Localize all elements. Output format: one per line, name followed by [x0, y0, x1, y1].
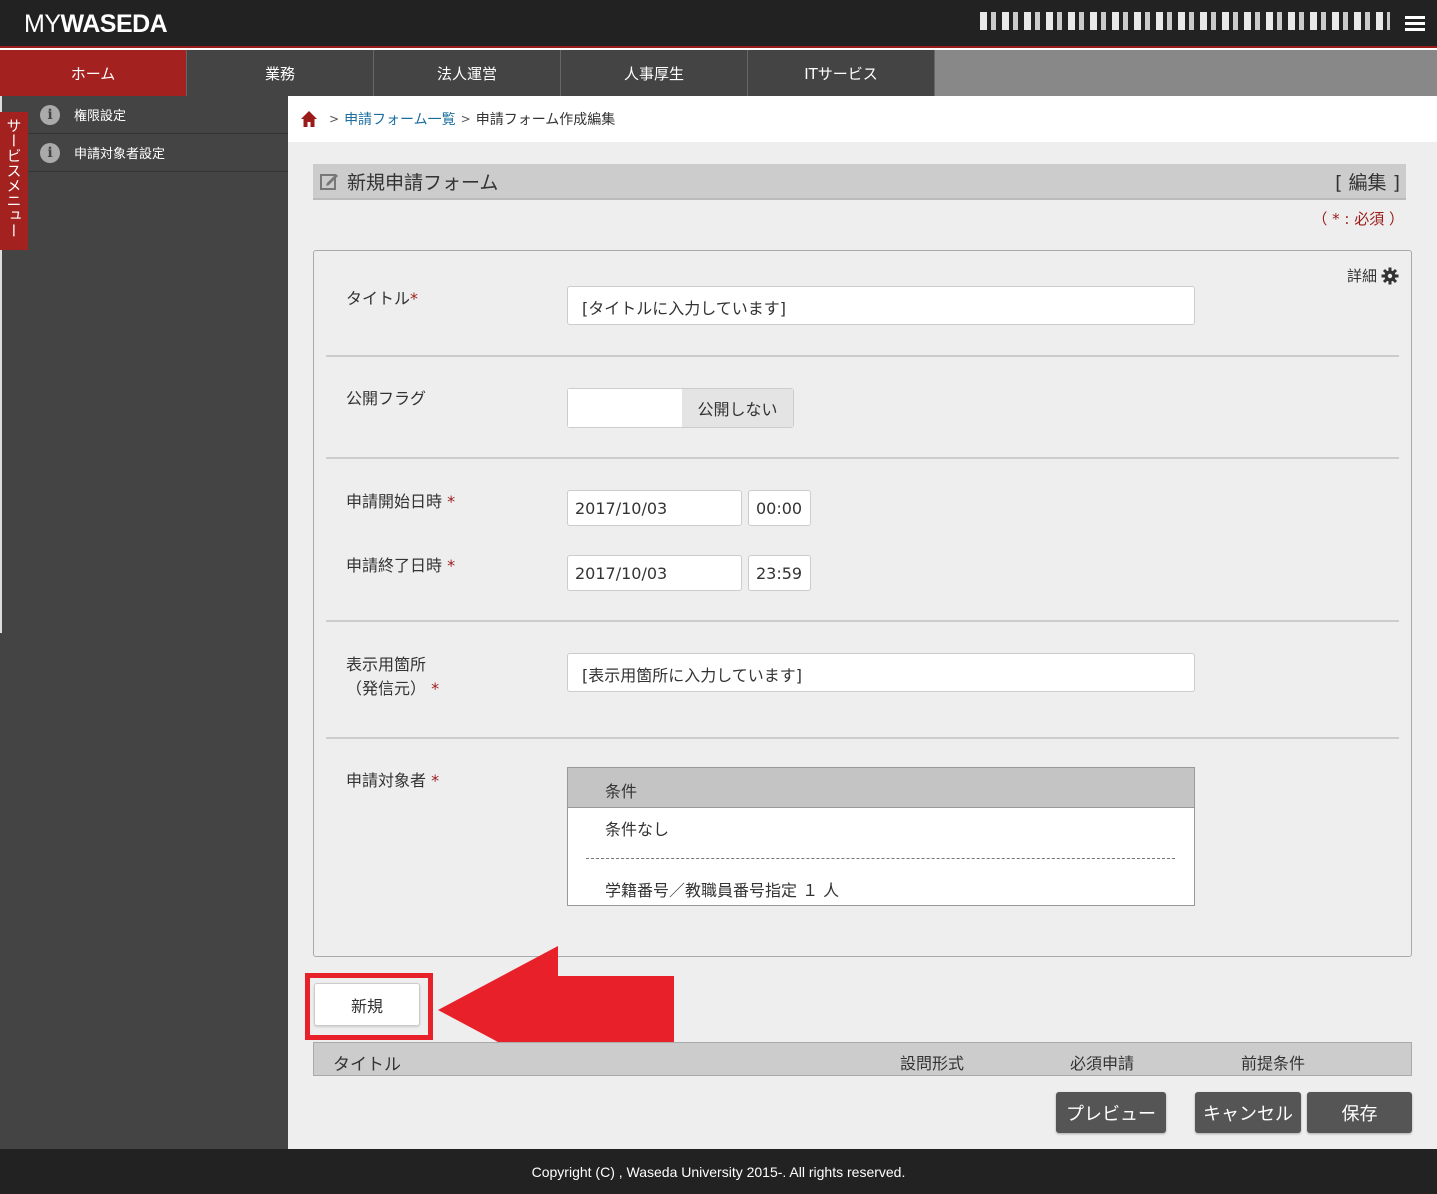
breadcrumb-form-list-link[interactable]: 申請フォーム一覧 [344, 109, 456, 129]
gear-icon [1381, 267, 1399, 284]
edit-icon [320, 174, 338, 190]
edit-link[interactable]: [ 編集 ] [1335, 168, 1400, 195]
tab-hr[interactable]: 人事厚生 [561, 50, 748, 96]
display-location-label: 表示用箇所 （発信元） * [346, 655, 440, 698]
column-title: タイトル [333, 1055, 401, 1075]
form-header: 新規申請フォーム [ 編集 ] [313, 164, 1406, 200]
condition-table: 条件 条件なし 学籍番号／教職員番号指定 １ 人 [567, 767, 1195, 906]
start-datetime-label: 申請開始日時 * [346, 492, 456, 511]
breadcrumb-current: 申請フォーム作成編集 [475, 112, 616, 128]
divider [326, 355, 1399, 357]
condition-row[interactable]: 学籍番号／教職員番号指定 １ 人 [605, 877, 839, 901]
service-menu-tab[interactable]: サービスメニュー [0, 112, 28, 250]
logo[interactable]: MYWASEDA [24, 10, 168, 39]
cancel-button[interactable]: キャンセル [1195, 1092, 1301, 1133]
toggle-state: 公開しない [682, 389, 793, 427]
display-location-input[interactable]: [表示用箇所に入力しています] [567, 653, 1195, 692]
column-question-type: 設問形式 [900, 1054, 965, 1073]
divider [326, 737, 1399, 739]
sidebar: i 権限設定 i 申請対象者設定 サービスメニュー [0, 96, 288, 1149]
form-title: 新規申請フォーム [347, 171, 499, 194]
public-flag-toggle[interactable]: 公開しない [567, 388, 794, 428]
dashed-divider [586, 858, 1175, 859]
info-icon: i [40, 142, 60, 163]
target-label: 申請対象者 * [346, 771, 440, 790]
main-nav: ホーム 業務 法人運営 人事厚生 ITサービス [0, 50, 1437, 96]
condition-header: 条件 [568, 768, 1194, 808]
end-time-input[interactable]: 23:59 [748, 555, 811, 591]
form-panel: 詳細 タイトル* [タイトルに入力しています] 公開フラグ 公開しない 申請開始… [313, 250, 1412, 957]
info-icon: i [40, 104, 60, 125]
tab-home[interactable]: ホーム [0, 50, 187, 96]
tab-corporate[interactable]: 法人運営 [374, 50, 561, 96]
start-date-input[interactable]: 2017/10/03 [567, 490, 742, 526]
required-note: （ * : 必須 ） [1312, 210, 1404, 228]
end-date-input[interactable]: 2017/10/03 [567, 555, 742, 591]
user-name-redacted [980, 12, 1390, 30]
footer: Copyright (C) , Waseda University 2015-.… [0, 1149, 1437, 1194]
preview-button[interactable]: プレビュー [1056, 1092, 1166, 1133]
save-button[interactable]: 保存 [1307, 1092, 1412, 1133]
end-datetime-label: 申請終了日時 * [346, 556, 456, 575]
column-precondition: 前提条件 [1241, 1054, 1306, 1073]
condition-row[interactable]: 条件なし [605, 816, 669, 840]
sidebar-item-permissions[interactable]: i 権限設定 [28, 96, 288, 134]
tab-business[interactable]: 業務 [187, 50, 374, 96]
title-input[interactable]: [タイトルに入力しています] [567, 286, 1195, 325]
sidebar-item-target-settings[interactable]: i 申請対象者設定 [28, 134, 288, 172]
public-flag-label: 公開フラグ [346, 389, 427, 408]
top-bar: MYWASEDA [0, 0, 1437, 48]
question-table-header: タイトル 設問形式 必須申請 前提条件 [313, 1042, 1412, 1076]
divider [326, 620, 1399, 622]
main-content: > 申請フォーム一覧 > 申請フォーム作成編集 新規申請フォーム [ 編集 ] … [288, 96, 1437, 1149]
detail-link[interactable]: 詳細 [1347, 265, 1399, 286]
tab-it-service[interactable]: ITサービス [748, 50, 935, 96]
column-required: 必須申請 [1070, 1054, 1135, 1073]
new-question-button[interactable]: 新規 [314, 983, 420, 1026]
sidebar-item-label: 申請対象者設定 [74, 147, 166, 162]
start-time-input[interactable]: 00:00 [748, 490, 811, 526]
title-label: タイトル* [346, 289, 419, 308]
list-menu-icon[interactable] [1405, 16, 1425, 34]
home-icon[interactable] [300, 110, 318, 128]
sidebar-item-label: 権限設定 [74, 109, 127, 124]
divider [326, 457, 1399, 459]
toggle-knob [568, 389, 682, 427]
breadcrumb: > 申請フォーム一覧 > 申請フォーム作成編集 [288, 96, 1437, 142]
